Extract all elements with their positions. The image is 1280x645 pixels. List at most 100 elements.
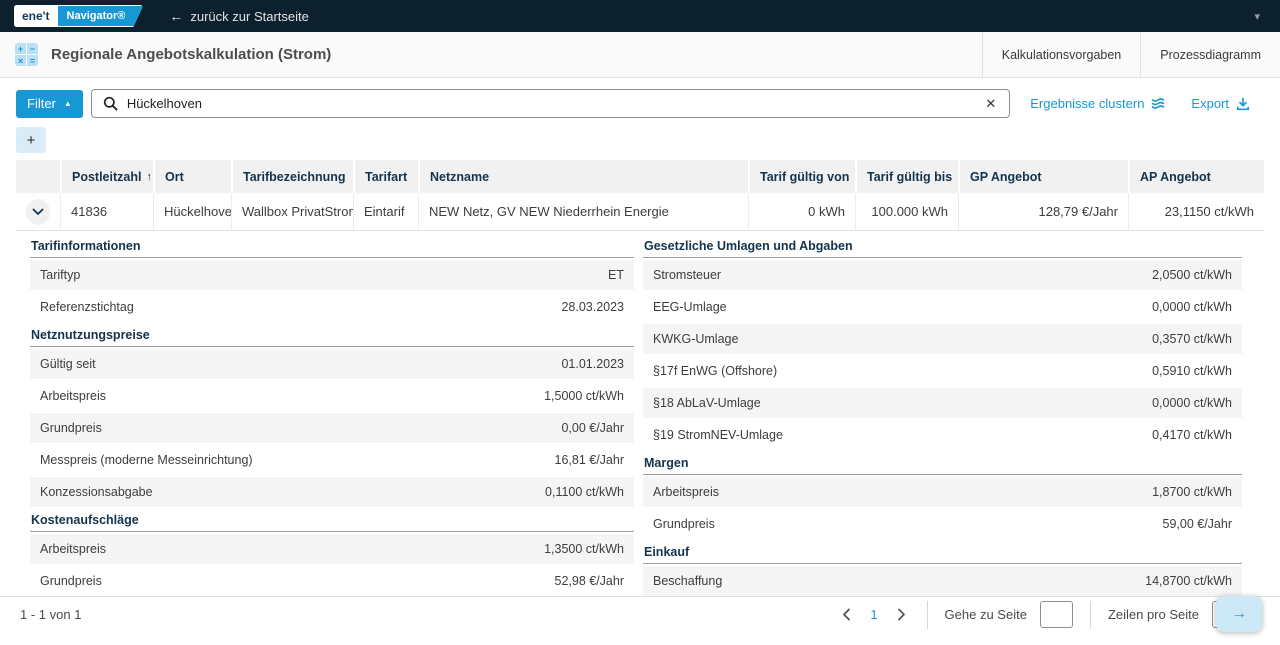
detail-value: 0,0000 ct/kWh bbox=[1152, 300, 1232, 314]
detail-value: 0,5910 ct/kWh bbox=[1152, 364, 1232, 378]
calc-equals: = bbox=[27, 55, 38, 66]
filter-button-label: Filter bbox=[27, 96, 56, 111]
user-menu-caret-icon[interactable]: ▾ bbox=[1248, 8, 1266, 25]
detail-value: 1,8700 ct/kWh bbox=[1152, 485, 1232, 499]
expand-column-header bbox=[16, 160, 60, 193]
footer-divider bbox=[1090, 601, 1091, 629]
cluster-results-label: Ergebnisse clustern bbox=[1030, 96, 1144, 111]
result-actions: Ergebnisse clustern Export bbox=[1018, 96, 1264, 111]
search-box: ✕ bbox=[91, 89, 1010, 118]
column-header-label: Netzname bbox=[430, 170, 489, 184]
calc-minus: − bbox=[27, 43, 38, 54]
table-cell: Eintarif bbox=[353, 193, 418, 230]
detail-value: 59,00 €/Jahr bbox=[1163, 517, 1233, 531]
detail-label: Arbeitspreis bbox=[653, 485, 719, 499]
detail-value: 52,98 €/Jahr bbox=[555, 574, 625, 588]
detail-label: Referenzstichtag bbox=[40, 300, 134, 314]
chevron-left-icon bbox=[842, 608, 851, 621]
detail-section-heading: Gesetzliche Umlagen und Abgaben bbox=[643, 233, 1242, 258]
table-row[interactable]: 41836HückelhovenWallbox PrivatStromEinta… bbox=[16, 193, 1264, 231]
column-header-label: GP Angebot bbox=[970, 170, 1042, 184]
detail-label: Arbeitspreis bbox=[40, 542, 106, 556]
back-link-label: zurück zur Startseite bbox=[190, 9, 309, 24]
goto-page-label: Gehe zu Seite bbox=[945, 607, 1027, 622]
scroll-action-button[interactable]: → bbox=[1216, 596, 1262, 632]
detail-label: Grundpreis bbox=[40, 421, 102, 435]
detail-row: §17f EnWG (Offshore)0,5910 ct/kWh bbox=[643, 356, 1242, 386]
table-header-row: Postleitzahl↑ Ort Tarifbezeichnung Tarifart… bbox=[16, 160, 1264, 193]
column-header[interactable]: Postleitzahl↑ bbox=[60, 160, 153, 193]
goto-page-input[interactable] bbox=[1040, 601, 1073, 628]
detail-row: KWKG-Umlage 0,3570 ct/kWh bbox=[643, 324, 1242, 354]
pagination-footer: 1 - 1 von 1 1 Gehe zu Seite Zeilen pro S… bbox=[0, 596, 1280, 632]
column-header-label: Tarifart bbox=[365, 170, 407, 184]
chevron-down-icon bbox=[32, 208, 44, 216]
column-header[interactable]: Tarif gültig bis bbox=[855, 160, 958, 193]
table-cell: 100.000 kWh bbox=[855, 193, 958, 230]
detail-label: Tariftyp bbox=[40, 268, 80, 282]
detail-label: Grundpreis bbox=[40, 574, 102, 588]
title-bar-links: Kalkulationsvorgaben Prozessdiagramm bbox=[982, 32, 1280, 77]
column-header[interactable]: Netzname bbox=[418, 160, 748, 193]
current-page-number[interactable]: 1 bbox=[870, 607, 877, 622]
detail-value: 16,81 €/Jahr bbox=[555, 453, 625, 467]
detail-label: Grundpreis bbox=[653, 517, 715, 531]
collapse-row-button[interactable] bbox=[26, 199, 50, 225]
detail-section-heading: Kostenaufschläge bbox=[30, 507, 634, 532]
column-header[interactable]: Tarifbezeichnung bbox=[231, 160, 353, 193]
detail-row: Messpreis (moderne Messeinrichtung)16,81… bbox=[30, 445, 634, 475]
column-header[interactable]: Ort bbox=[153, 160, 231, 193]
cluster-results-link[interactable]: Ergebnisse clustern bbox=[1030, 96, 1165, 111]
detail-section-heading: Margen bbox=[643, 450, 1242, 475]
table-cell: Wallbox PrivatStrom bbox=[231, 193, 353, 230]
detail-label: Konzessionsabgabe bbox=[40, 485, 153, 499]
detail-row: Beschaffung14,8700 ct/kWh bbox=[643, 566, 1242, 596]
column-header[interactable]: Tarif gültig von bbox=[748, 160, 855, 193]
detail-value: 0,00 €/Jahr bbox=[561, 421, 624, 435]
next-page-button[interactable] bbox=[893, 604, 910, 625]
column-header[interactable]: Tarifart bbox=[353, 160, 418, 193]
detail-value: 0,4170 ct/kWh bbox=[1152, 428, 1232, 442]
column-header[interactable]: GP Angebot bbox=[958, 160, 1128, 193]
calc-plus: + bbox=[15, 43, 26, 54]
detail-label: KWKG-Umlage bbox=[653, 332, 738, 346]
link-kalkulationsvorgaben[interactable]: Kalkulationsvorgaben bbox=[982, 32, 1141, 77]
detail-label: §19 StromNEV-Umlage bbox=[653, 428, 783, 442]
arrow-right-icon: → bbox=[1231, 605, 1247, 623]
detail-section-heading: Netznutzungspreise bbox=[30, 322, 634, 347]
detail-row: Stromsteuer2,0500 ct/kWh bbox=[643, 260, 1242, 290]
search-icon bbox=[103, 96, 118, 111]
detail-value: 0,0000 ct/kWh bbox=[1152, 396, 1232, 410]
expand-cell bbox=[16, 193, 60, 230]
detail-row: Konzessionsabgabe 0,1100 ct/kWh bbox=[30, 477, 634, 507]
filter-button[interactable]: Filter ▲ bbox=[16, 90, 83, 118]
detail-row: Grundpreis 0,00 €/Jahr bbox=[30, 413, 634, 443]
filter-toolbar: Filter ▲ ✕ Ergebnisse clustern Export bbox=[16, 89, 1264, 118]
rows-per-page-label: Zeilen pro Seite bbox=[1108, 607, 1199, 622]
table-cell: 128,79 €/Jahr bbox=[958, 193, 1128, 230]
page-title: Regionale Angebotskalkulation (Strom) bbox=[51, 46, 331, 63]
detail-value: ET bbox=[608, 268, 624, 282]
table-cell: 41836 bbox=[60, 193, 153, 230]
detail-row: Tariftyp ET bbox=[30, 260, 634, 290]
back-arrow-icon: ← bbox=[169, 8, 183, 24]
search-input[interactable] bbox=[127, 96, 984, 111]
clear-search-icon[interactable]: ✕ bbox=[983, 96, 998, 112]
column-header-label: Postleitzahl bbox=[72, 170, 141, 184]
calc-multiply: × bbox=[15, 55, 26, 66]
detail-value: 0,1100 ct/kWh bbox=[545, 485, 624, 499]
column-header-label: Ort bbox=[165, 170, 184, 184]
enet-navigator-logo[interactable]: ene't Navigator® bbox=[14, 5, 143, 27]
export-link[interactable]: Export bbox=[1191, 96, 1250, 111]
detail-column-left: TarifinformationenTariftypETReferenzstic… bbox=[30, 233, 634, 596]
detail-value: 1,3500 ct/kWh bbox=[544, 542, 624, 556]
back-to-home-link[interactable]: ← zurück zur Startseite bbox=[169, 8, 309, 24]
add-filter-button[interactable]: + bbox=[16, 127, 46, 153]
link-prozessdiagramm[interactable]: Prozessdiagramm bbox=[1140, 32, 1280, 77]
detail-row: EEG-Umlage0,0000 ct/kWh bbox=[643, 292, 1242, 322]
previous-page-button[interactable] bbox=[838, 604, 855, 625]
column-header[interactable]: AP Angebot bbox=[1128, 160, 1264, 193]
table-cell: NEW Netz, GV NEW Niederrhein Energie bbox=[418, 193, 748, 230]
detail-value: 0,3570 ct/kWh bbox=[1152, 332, 1232, 346]
export-label: Export bbox=[1191, 96, 1229, 111]
